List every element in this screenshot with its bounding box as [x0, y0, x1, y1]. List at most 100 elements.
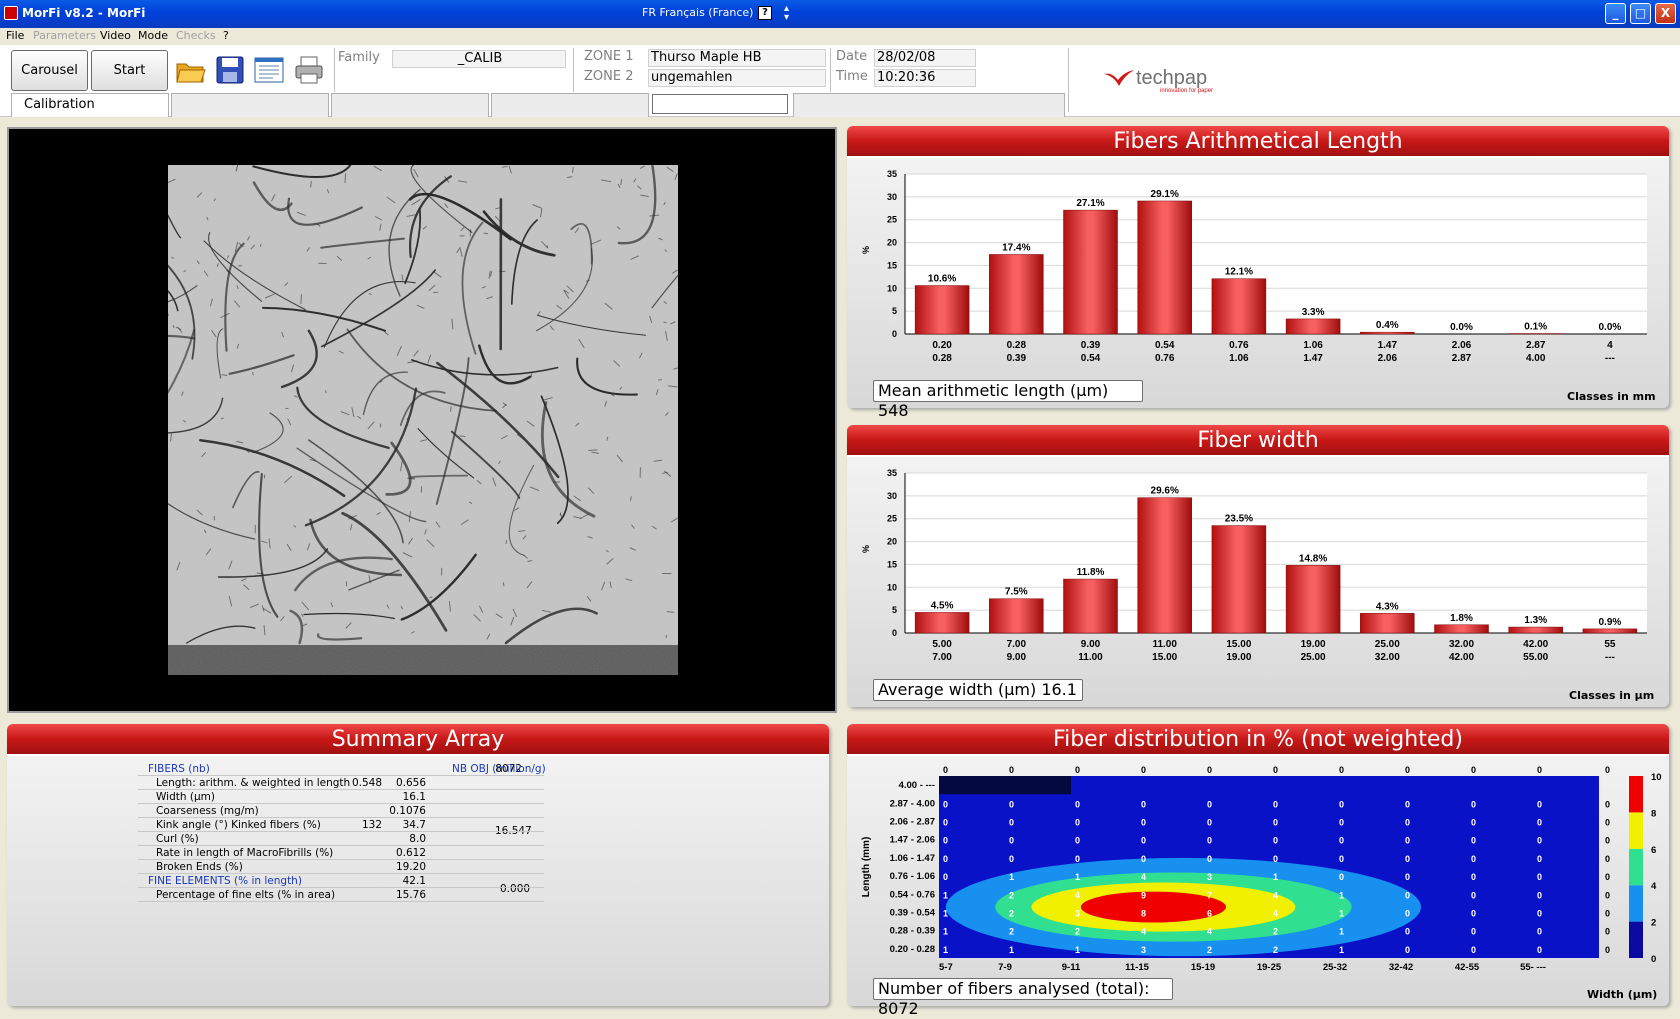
menu-file[interactable]: File [6, 29, 24, 42]
close-button[interactable]: X [1655, 3, 1676, 24]
help-icon[interactable]: ? [758, 6, 772, 20]
tab-empty-3[interactable] [491, 93, 649, 117]
width-panel-title: Fiber width [847, 425, 1669, 457]
summary-row: Width (µm)16.1 [138, 790, 544, 804]
tab-empty-2[interactable] [331, 93, 489, 117]
y-tick-label: 0.20 - 0.28 [890, 944, 935, 955]
row-edge-label: 0 [1605, 872, 1610, 882]
x-tick-label: 55 [1604, 639, 1616, 650]
cell-value-label: 0 [1471, 890, 1476, 900]
minimize-button[interactable]: _ [1605, 3, 1626, 24]
carousel-button[interactable]: Carousel [11, 50, 88, 91]
cell-value-label: 1 [943, 945, 948, 955]
save-icon[interactable] [214, 54, 246, 86]
zone1-field[interactable]: Thurso Maple HB [648, 49, 826, 67]
x-tick-label: 0.54 [1155, 340, 1175, 351]
mean-width-box: Average width (µm) 16.1 [873, 679, 1083, 701]
y-tick-label: 20 [887, 537, 897, 547]
cell-value-label: 0 [1339, 799, 1344, 809]
print-icon[interactable] [293, 54, 325, 86]
menu-help[interactable]: ? [223, 29, 229, 42]
cell-value-label: 2 [1009, 927, 1014, 937]
cell-value-label: 1 [1009, 945, 1014, 955]
summary-row-value-2: 8.0 [409, 833, 426, 845]
bar-value-label: 0.4% [1376, 320, 1399, 331]
cell-value-label: 4 [1075, 890, 1080, 900]
cell-value-label: 2 [1273, 945, 1278, 955]
cell-value-label: 0 [1405, 945, 1410, 955]
length-panel-title: Fibers Arithmetical Length [847, 126, 1669, 158]
cell-value-label: 1 [1339, 927, 1344, 937]
bar [1360, 613, 1414, 633]
cell-value-label: 0 [1405, 890, 1410, 900]
y-tick-label: 30 [887, 491, 897, 501]
cell-value-label: 0 [1537, 945, 1542, 955]
cell-value-label: 0 [1405, 927, 1410, 937]
open-folder-icon[interactable] [175, 54, 207, 86]
width-classes-label: Classes in µm [1569, 689, 1654, 702]
y-tick-label: 2.06 - 2.87 [890, 817, 935, 828]
cell-value-label: 0 [1471, 765, 1476, 775]
bar-value-label: 4.5% [931, 600, 954, 611]
date-field[interactable]: 28/02/08 [874, 49, 976, 67]
menu-mode[interactable]: Mode [138, 29, 168, 42]
x-tick-label: 15-19 [1191, 962, 1215, 973]
cell-value-label: 0 [1075, 836, 1080, 846]
x-tick-label: 7.00 [1007, 639, 1027, 650]
family-field[interactable]: _CALIB [392, 50, 566, 68]
cell-value-label: 0 [1339, 836, 1344, 846]
report-icon[interactable] [253, 54, 285, 86]
camera-viewer[interactable] [7, 127, 837, 713]
bar [1064, 579, 1118, 633]
bar [1286, 319, 1340, 334]
bar-value-label: 0.0% [1599, 322, 1622, 333]
y-tick-label: 0.54 - 0.76 [890, 889, 935, 900]
cell-value-label: 0 [1141, 765, 1146, 775]
status-field[interactable] [652, 94, 788, 114]
maximize-button[interactable]: □ [1630, 3, 1651, 24]
x-tick-label: 1.06 [1303, 340, 1323, 351]
logo-tagline: innovation for paper [1160, 88, 1213, 94]
start-button[interactable]: Start [91, 50, 168, 91]
bar-value-label: 4.3% [1376, 601, 1399, 612]
cell-value-label: 0 [1471, 927, 1476, 937]
cell-value-label: 0 [943, 799, 948, 809]
x-tick-label: 15.00 [1152, 652, 1177, 663]
cell-value-label: 0 [1471, 872, 1476, 882]
tab-empty-4[interactable] [793, 93, 1065, 117]
row-edge-label: 0 [1605, 818, 1610, 828]
time-field[interactable]: 10:20:36 [874, 69, 976, 87]
row-edge-label: 0 [1605, 765, 1610, 775]
cell-value-label: 0 [1405, 909, 1410, 919]
summary-row-label: Coarseness (mg/m) [156, 805, 259, 817]
y-tick-label: 5 [892, 306, 897, 316]
cell-value-label: 0 [1075, 799, 1080, 809]
language-indicator[interactable]: FR Français (France) [642, 6, 753, 19]
x-tick-label: 0.76 [1229, 340, 1249, 351]
x-tick-label: 25.00 [1301, 652, 1326, 663]
cell-value-label: 0 [1471, 836, 1476, 846]
language-spinner-icon[interactable]: ▴▾ [784, 4, 789, 22]
y-tick-label: 0.76 - 1.06 [890, 871, 935, 882]
scale-tick-label: 10 [1651, 772, 1662, 783]
cell-value-label: 0 [1075, 765, 1080, 775]
cell-value-label: 0 [1405, 872, 1410, 882]
x-tick-label: 11-15 [1125, 962, 1149, 973]
cell-value-label: 0 [1537, 836, 1542, 846]
tab-empty-1[interactable] [171, 93, 329, 117]
tab-calibration[interactable]: Calibration [11, 93, 169, 117]
cell-value-label: 3 [1207, 872, 1212, 882]
x-tick-label: 0.28 [1007, 340, 1027, 351]
cell-value-label: 4 [1207, 927, 1212, 937]
menu-video[interactable]: Video [100, 29, 131, 42]
bar-value-label: 3.3% [1302, 307, 1325, 318]
cell-value-label: 0 [1141, 854, 1146, 864]
zone2-field[interactable]: ungemahlen [648, 69, 826, 87]
x-tick-label: 0.28 [932, 353, 952, 364]
y-tick-label: 25 [887, 514, 897, 524]
cell-value-label: 0 [1405, 854, 1410, 864]
summary-row-value-2: 0.612 [396, 847, 426, 859]
mean-length-box: Mean arithmetic length (µm) 548 [873, 380, 1143, 402]
app-icon[interactable] [4, 6, 18, 20]
x-tick-label: 0.39 [1007, 353, 1027, 364]
